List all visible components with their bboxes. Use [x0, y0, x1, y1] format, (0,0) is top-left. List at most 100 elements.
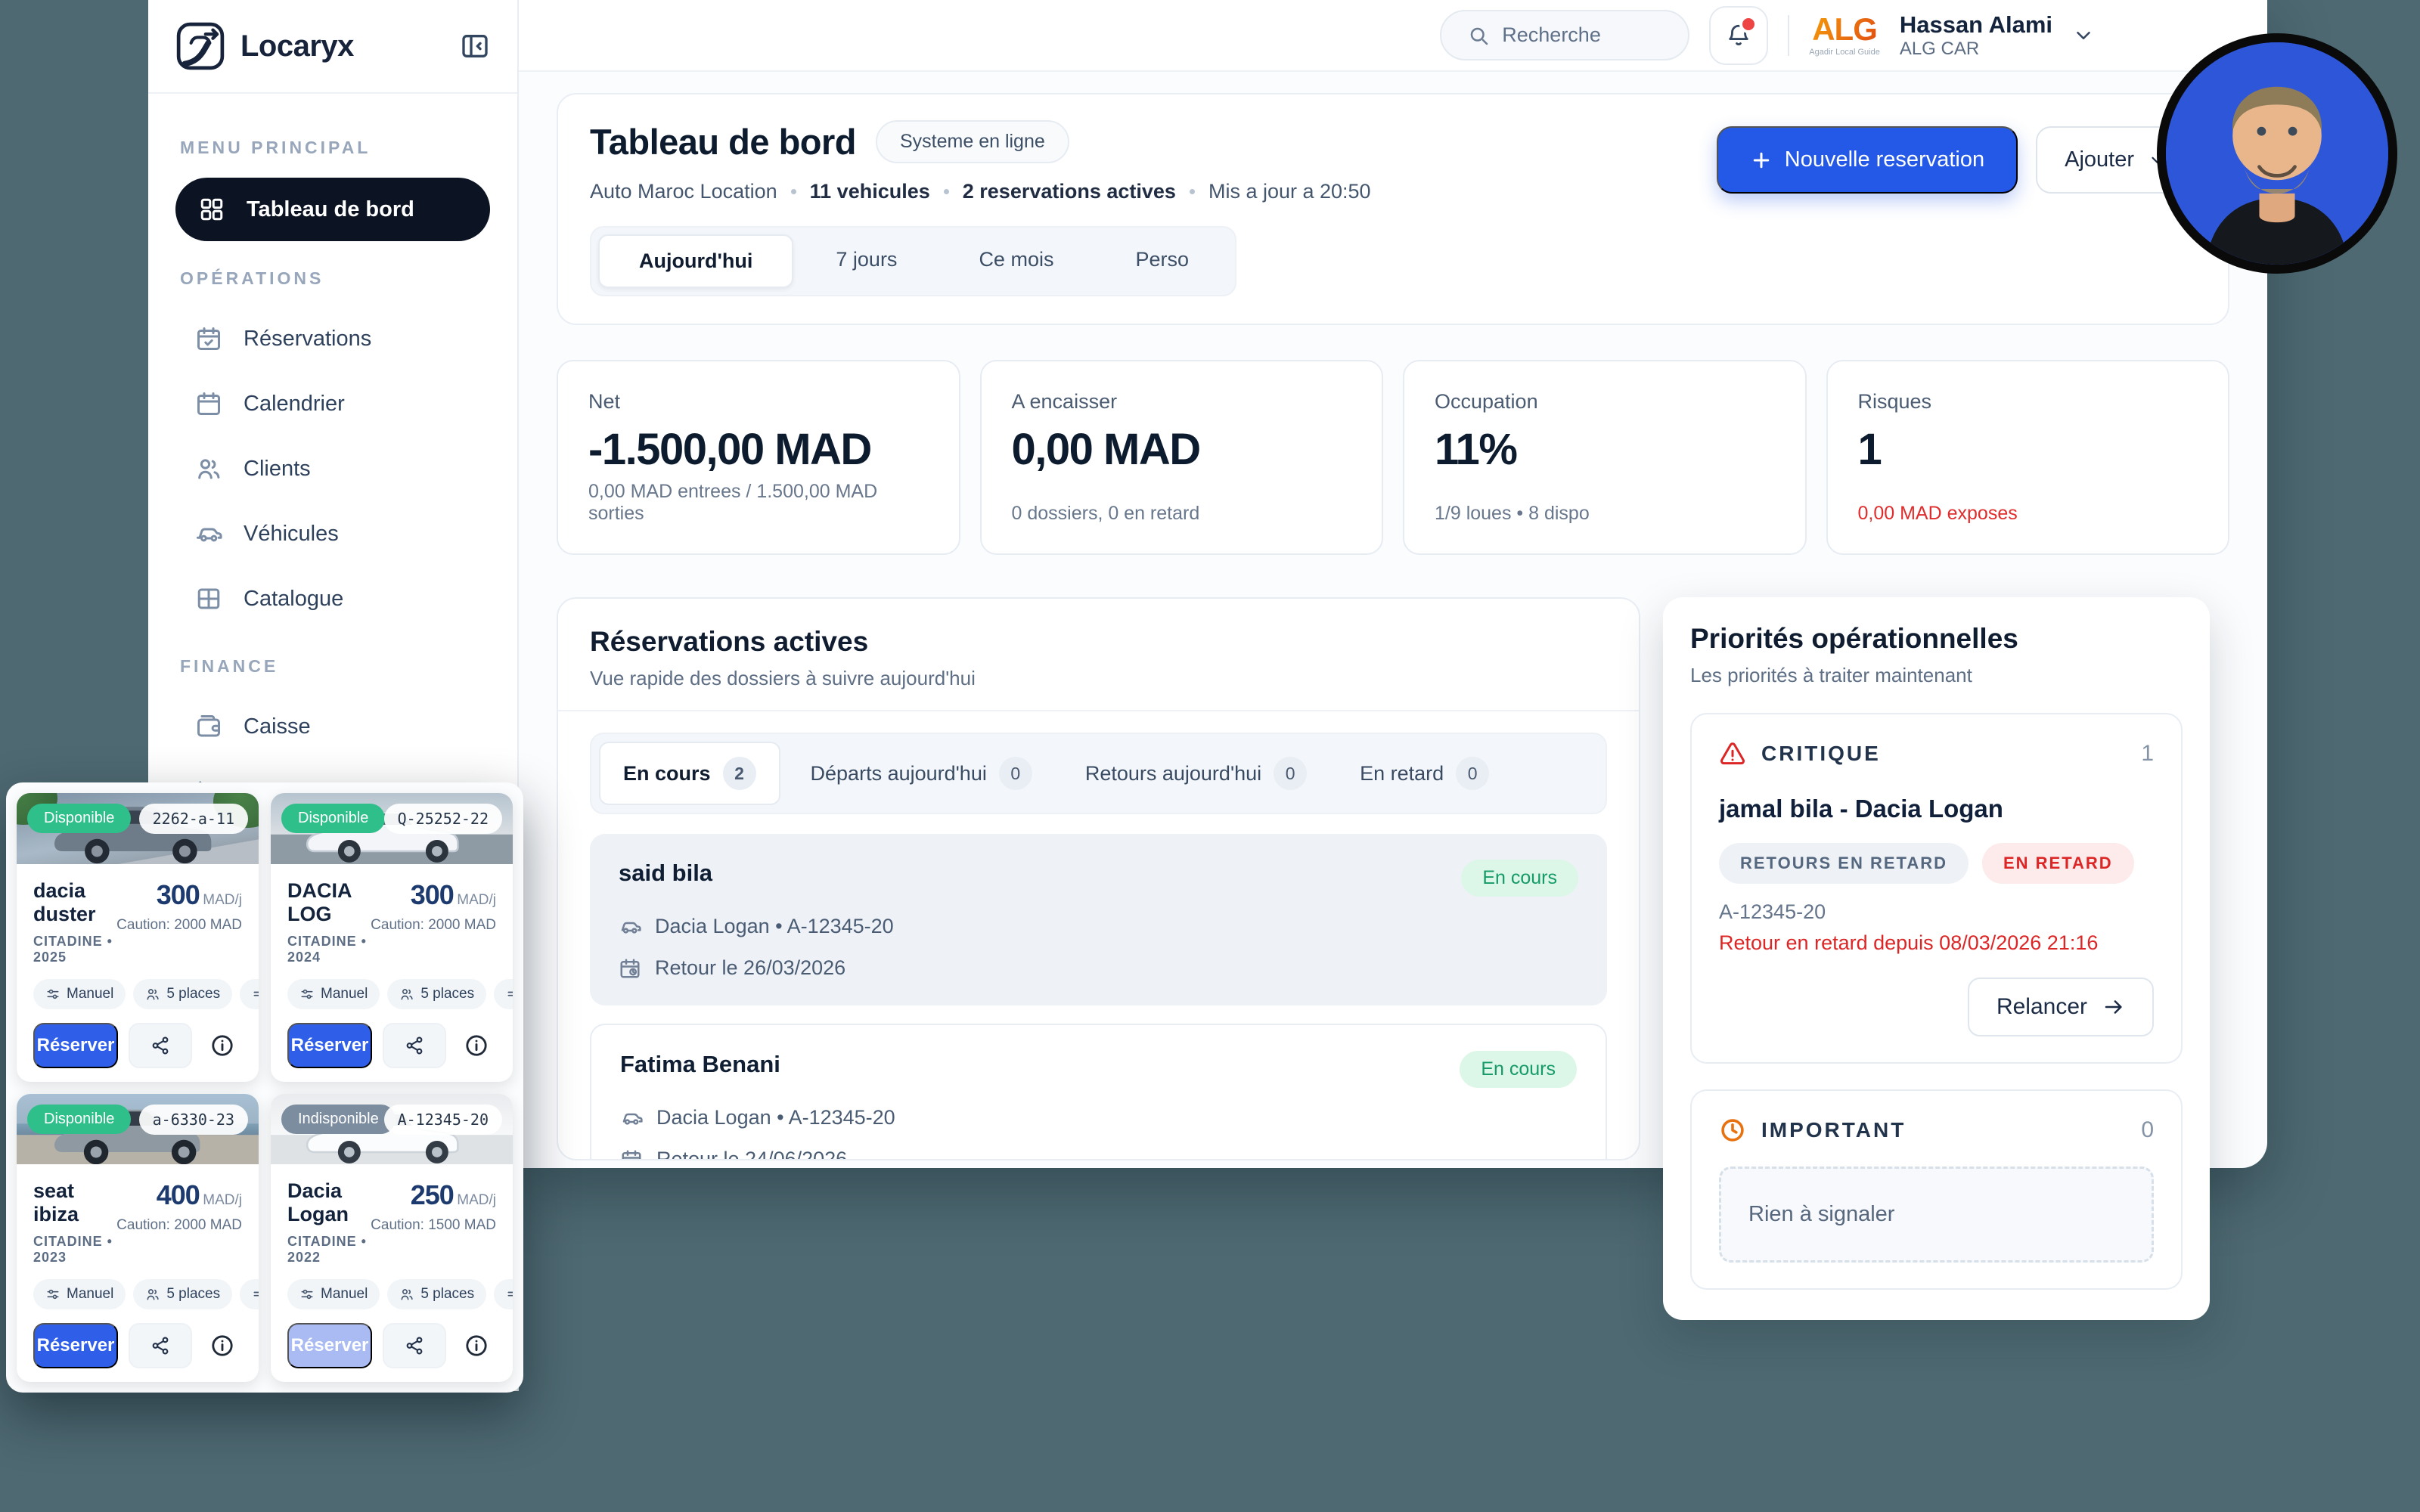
critical-item-name: jamal bila - Dacia Logan [1719, 795, 2154, 823]
status-badge: En cours [1460, 1051, 1577, 1088]
stat-card-risques: Risques 1 0,00 MAD exposes [1826, 360, 2230, 555]
important-box: IMPORTANT 0 Rien à signaler [1690, 1089, 2183, 1290]
sidebar-item-reservations[interactable]: Réservations [175, 308, 490, 369]
stat-subtext-alert: 0,00 MAD exposes [1858, 503, 2198, 525]
share-button[interactable] [129, 1323, 192, 1368]
meta-dot [791, 189, 796, 194]
search-icon [1467, 24, 1490, 47]
tab-count: 0 [1456, 757, 1489, 790]
stat-card-net: Net -1.500,00 MAD 0,00 MAD entrees / 1.5… [557, 360, 960, 555]
stat-value: 11% [1435, 424, 1775, 475]
tab-en-cours[interactable]: En cours 2 [599, 742, 780, 805]
clim-chip: Clim [240, 1279, 259, 1309]
stat-subtext: 0,00 MAD entrees / 1.500,00 MAD sorties [588, 481, 929, 525]
header-meta: Auto Maroc Location 11 vehicules 2 reser… [590, 180, 1371, 203]
vehicle-name: DACIA LOG [287, 879, 371, 926]
avatar-portrait [2166, 42, 2388, 265]
tab-en-retard[interactable]: En retard 0 [1337, 743, 1512, 804]
stat-value: 1 [1858, 424, 2198, 475]
reservation-item[interactable]: said bila En cours Dacia Logan • A-12345… [590, 834, 1607, 1005]
search-input[interactable]: Recherche [1440, 10, 1689, 60]
critical-box: CRITIQUE 1 jamal bila - Dacia Logan RETO… [1690, 713, 2183, 1064]
tab-aujourdhui[interactable]: Aujourd'hui [598, 234, 793, 288]
price-per-day: 250 [411, 1179, 454, 1210]
return-date: Retour le 26/03/2026 [655, 956, 845, 980]
sidebar-item-calendrier[interactable]: Calendrier [175, 373, 490, 434]
info-button[interactable] [203, 1033, 242, 1058]
return-date: Retour le 24/06/2026 [656, 1148, 847, 1160]
important-count: 0 [2141, 1117, 2154, 1143]
tab-count: 0 [1274, 757, 1307, 790]
reservation-item[interactable]: Fatima Benani En cours Dacia Logan • A-1… [590, 1024, 1607, 1160]
meta-dot [1190, 189, 1195, 194]
share-button[interactable] [383, 1323, 446, 1368]
vehicle-photo: Disponible 2262-a-11 [17, 793, 259, 864]
wallet-icon [195, 713, 222, 740]
vehicle-name: dacia duster [33, 879, 116, 926]
tab-ce-mois[interactable]: Ce mois [939, 234, 1093, 288]
user-menu[interactable]: Hassan Alami ALG CAR [1900, 11, 2052, 60]
relancer-button[interactable]: Relancer [1968, 978, 2154, 1036]
sidebar-item-clients[interactable]: Clients [175, 438, 490, 499]
sidebar-item-vehicules[interactable]: Véhicules [175, 503, 490, 564]
car-icon [619, 916, 641, 938]
arrow-right-icon [2102, 996, 2125, 1018]
tab-7-jours[interactable]: 7 jours [796, 234, 936, 288]
notifications-button[interactable] [1709, 6, 1768, 65]
agency-name: Auto Maroc Location [590, 180, 777, 203]
vehicle-photo: Disponible a-6330-23 [17, 1094, 259, 1165]
plate-badge: A-12345-20 [384, 1105, 502, 1135]
active-reservation-count: 2 reservations actives [963, 180, 1176, 203]
active-reservations-panel: Réservations actives Vue rapide des doss… [557, 597, 1640, 1160]
stat-card-a-encaisser: A encaisser 0,00 MAD 0 dossiers, 0 en re… [980, 360, 1384, 555]
reserve-button[interactable]: Réserver [33, 1323, 118, 1368]
page-header-card: Tableau de bord Systeme en ligne Auto Ma… [557, 93, 2229, 325]
sidebar-item-catalogue[interactable]: Catalogue [175, 569, 490, 629]
late-return-alert: Retour en retard depuis 08/03/2026 21:16 [1719, 931, 2154, 955]
stat-subtext: 0 dossiers, 0 en retard [1012, 503, 1352, 525]
last-updated: Mis a jour a 20:50 [1208, 180, 1371, 203]
dashboard-grid-icon [198, 196, 225, 223]
info-button[interactable] [203, 1333, 242, 1359]
tab-perso[interactable]: Perso [1096, 234, 1228, 288]
locaryx-logo-icon [175, 21, 225, 71]
reserve-button[interactable]: Réserver [287, 1023, 372, 1068]
sidebar-item-caisse[interactable]: Caisse [175, 696, 490, 757]
priorities-subtitle: Les priorités à traiter maintenant [1690, 664, 2183, 687]
price-unit: MAD/j [203, 892, 242, 908]
notification-dot [1739, 15, 1758, 33]
sidebar-collapse-icon[interactable] [460, 31, 490, 61]
category-chip: RETOURS EN RETARD [1719, 843, 1969, 884]
sidebar-item-label: Caisse [244, 714, 311, 739]
price-per-day: 400 [157, 1179, 200, 1210]
price-unit: MAD/j [203, 1192, 242, 1208]
date-range-tabs: Aujourd'hui 7 jours Ce mois Perso [590, 226, 1236, 296]
brand-name: Locaryx [240, 29, 445, 64]
brand-header: Locaryx [148, 0, 517, 94]
availability-badge: Disponible [27, 1105, 131, 1134]
section-label-operations: OPÉRATIONS [180, 268, 486, 289]
tab-departs-aujourdhui[interactable]: Départs aujourd'hui 0 [788, 743, 1055, 804]
vehicle-ref: Dacia Logan • A-12345-20 [655, 915, 894, 938]
new-reservation-button[interactable]: Nouvelle reservation [1717, 126, 2018, 194]
system-status-badge: Systeme en ligne [876, 120, 1069, 163]
sidebar-item-tableau-de-bord[interactable]: Tableau de bord [175, 178, 490, 241]
availability-badge: Disponible [281, 804, 385, 833]
info-button[interactable] [457, 1033, 496, 1058]
tab-retours-aujourdhui[interactable]: Retours aujourd'hui 0 [1063, 743, 1329, 804]
alg-logo: ALG Agadir Local Guide [1809, 14, 1880, 57]
vehicle-name: seat ibiza [33, 1179, 116, 1226]
share-button[interactable] [129, 1023, 192, 1068]
vehicle-photo: Indisponible A-12345-20 [271, 1094, 513, 1165]
reserve-button-disabled[interactable]: Réserver [287, 1323, 372, 1368]
user-avatar-photo[interactable] [2157, 33, 2397, 274]
info-button[interactable] [457, 1333, 496, 1359]
vehicle-card: Indisponible A-12345-20 Dacia Logan CITA… [271, 1094, 513, 1383]
client-name: Fatima Benani [620, 1051, 780, 1078]
chevron-down-icon[interactable] [2072, 24, 2095, 47]
critical-count: 1 [2141, 741, 2154, 767]
share-button[interactable] [383, 1023, 446, 1068]
sidebar-item-label: Réservations [244, 327, 371, 352]
warning-triangle-icon [1719, 740, 1746, 767]
reserve-button[interactable]: Réserver [33, 1023, 118, 1068]
